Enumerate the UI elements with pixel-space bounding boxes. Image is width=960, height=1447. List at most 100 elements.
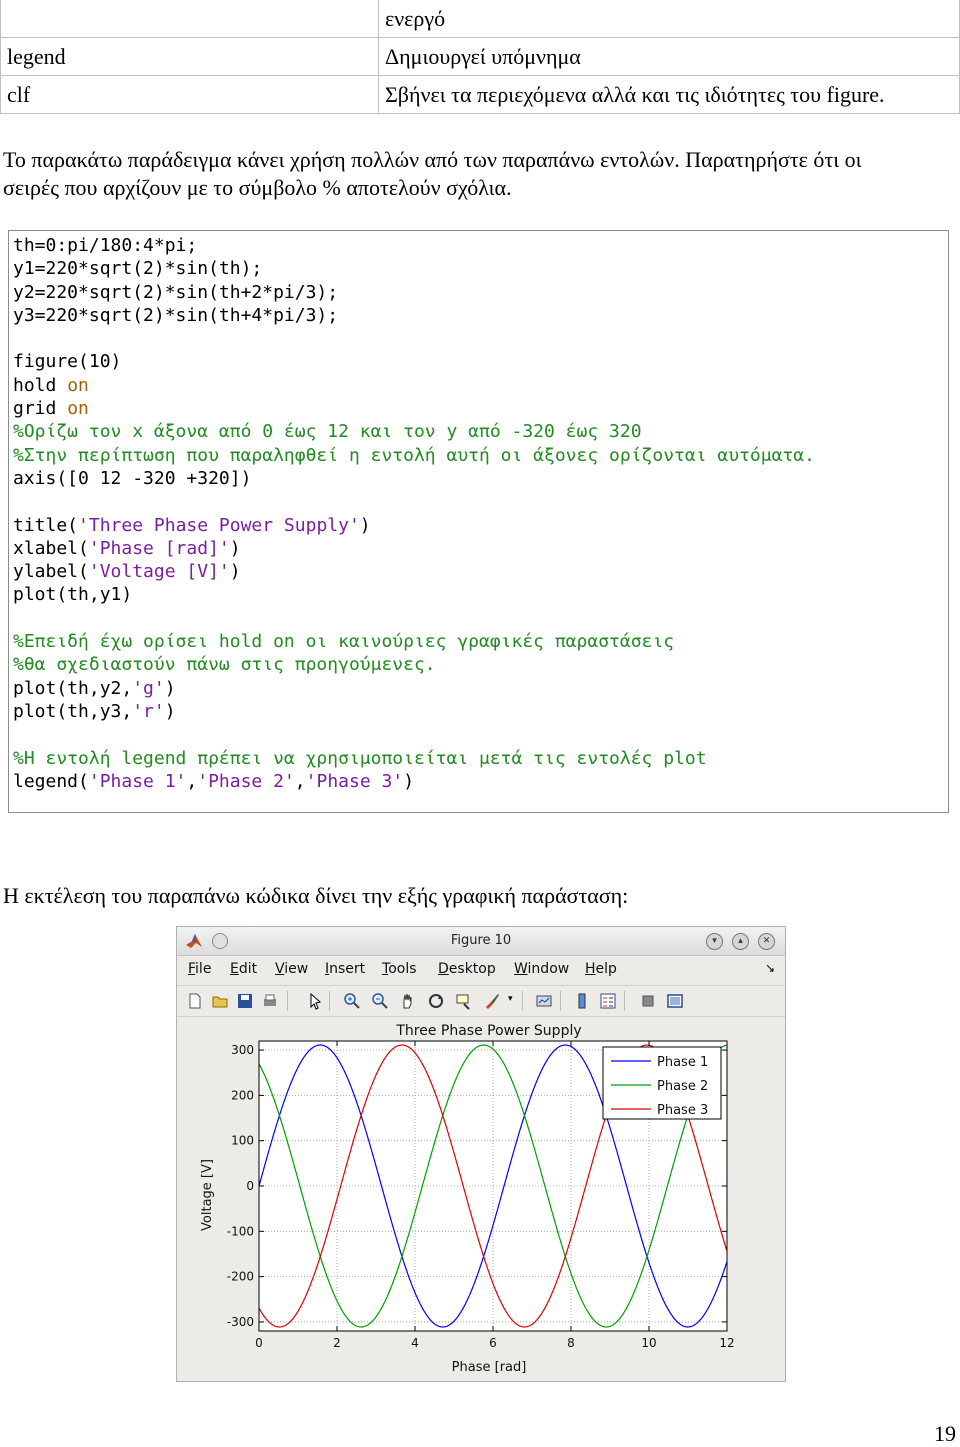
code-paren: )	[229, 537, 241, 559]
description-cell: Δημιουργεί υπόμνημα	[378, 37, 960, 76]
window-titlebar[interactable]: Figure 10 ▾ ▴ ✕	[177, 927, 785, 956]
minimize-button[interactable]: ▾	[706, 933, 723, 950]
x-tick-label: 10	[641, 1336, 656, 1350]
code-comment: %Ορίζω τον x άξονα από 0 έως 12 και τον …	[13, 421, 642, 443]
dock-icon[interactable]	[666, 992, 684, 1010]
code-line: y1=220*sqrt(2)*sin(th);	[13, 258, 263, 280]
brush-icon[interactable]	[483, 992, 501, 1010]
chart-title: Three Phase Power Supply	[395, 1023, 581, 1039]
close-button[interactable]: ✕	[758, 933, 775, 950]
code-fn: xlabel(	[13, 537, 89, 559]
code-comment: %Στην περίπτωση που παραληφθεί η εντολή …	[13, 444, 815, 466]
code-string: 'Phase 1'	[88, 770, 187, 792]
brush-dropdown-icon[interactable]: ▾	[508, 994, 513, 1004]
description-cell: ενεργό	[378, 0, 960, 38]
code-string: 'Phase [rad]'	[88, 537, 230, 559]
x-tick-label: 2	[333, 1336, 341, 1350]
menu-insert[interactable]: Insert	[325, 961, 365, 977]
code-keyword: grid	[13, 398, 68, 420]
legend-icon[interactable]	[599, 992, 617, 1010]
code-comment: %Η εντολή legend πρέπει να χρησιμοποιείτ…	[13, 747, 707, 769]
rotate-icon[interactable]	[427, 992, 445, 1010]
table-row: legend Δημιουργεί υπόμνημα	[0, 37, 960, 76]
code-comment: %θα σχεδιαστούν πάνω στις προηγούμενες.	[13, 654, 436, 676]
table-row: ενεργό	[0, 0, 960, 38]
description-cell: Σβήνει τα περιεχόμενα αλλά και τις ιδιότ…	[378, 75, 960, 114]
intro-line: σειρές που αρχίζουν με το σύμβολο % αποτ…	[3, 175, 512, 200]
toolbar-separator	[287, 991, 288, 1011]
pan-icon[interactable]	[399, 992, 417, 1010]
y-tick-label: -300	[227, 1315, 254, 1329]
code-comma: ,	[186, 770, 198, 792]
menu-window[interactable]: Window	[514, 961, 569, 977]
menu-file[interactable]: File	[188, 961, 211, 977]
command-cell: clf	[0, 75, 379, 114]
x-tick-label: 0	[255, 1336, 263, 1350]
link-icon[interactable]	[535, 992, 553, 1010]
plot-area[interactable]: Three Phase Power Supply 0 2 4 6 8 10 12 300 200…	[177, 1017, 785, 1381]
code-comma: ,	[294, 770, 306, 792]
intro-paragraph: Το παρακάτω παράδειγμα κάνει χρήση πολλώ…	[3, 146, 958, 202]
y-axis-label: Voltage [V]	[200, 1159, 215, 1231]
open-folder-icon[interactable]	[211, 992, 229, 1010]
code-keyword: hold	[13, 374, 68, 396]
legend-label: Phase 1	[657, 1055, 708, 1070]
new-file-icon[interactable]	[186, 992, 204, 1010]
y-tick-label: 100	[231, 1134, 254, 1148]
code-paren: )	[229, 561, 241, 583]
x-tick-label: 4	[411, 1336, 419, 1350]
code-fn: plot(th,y3,	[13, 700, 133, 722]
y-tick-label: 0	[246, 1179, 254, 1193]
code-fn: legend(	[13, 770, 89, 792]
legend-label: Phase 3	[657, 1103, 708, 1118]
code-string: 'Three Phase Power Supply'	[78, 514, 360, 536]
commands-table: ενεργό legend Δημιουργεί υπόμνημα clf Σβ…	[0, 0, 960, 114]
code-line: figure(10)	[13, 351, 122, 373]
maximize-button[interactable]: ▴	[732, 933, 749, 950]
code-string: 'Voltage [V]'	[88, 561, 230, 583]
pointer-icon[interactable]	[306, 992, 324, 1010]
zoom-out-icon[interactable]	[371, 992, 389, 1010]
code-string: 'r'	[132, 700, 165, 722]
code-line: y2=220*sqrt(2)*sin(th+2*pi/3);	[13, 281, 339, 303]
legend-label: Phase 2	[657, 1079, 708, 1094]
menu-desktop[interactable]: Desktop	[438, 961, 496, 977]
hide-tools-icon[interactable]	[639, 992, 657, 1010]
code-comment: %Επειδή έχω ορίσει hold on οι καινούριες…	[13, 631, 675, 653]
code-keyword: on	[67, 398, 89, 420]
code-string: 'Phase 2'	[197, 770, 295, 792]
figure-toolbar: ▾	[177, 985, 785, 1017]
menu-view[interactable]: View	[275, 961, 308, 977]
menu-help[interactable]: Help	[585, 961, 617, 977]
toolbar-separator	[522, 991, 523, 1011]
result-paragraph: Η εκτέλεση του παραπάνω κώδικα δίνει την…	[3, 883, 629, 908]
code-paren: )	[359, 514, 371, 536]
colorbar-icon[interactable]	[573, 992, 591, 1010]
code-line: plot(th,y1)	[13, 584, 133, 606]
y-tick-label: -200	[227, 1270, 254, 1284]
code-paren: )	[403, 770, 415, 792]
code-string: 'Phase 3'	[305, 770, 404, 792]
menu-tools[interactable]: Tools	[382, 961, 417, 977]
code-keyword: on	[67, 374, 89, 396]
intro-line: Το παρακάτω παράδειγμα κάνει χρήση πολλώ…	[3, 147, 862, 172]
x-tick-label: 8	[567, 1336, 575, 1350]
command-cell: legend	[0, 37, 379, 76]
figure-window: Figure 10 ▾ ▴ ✕ File Edit View Insert To…	[176, 926, 786, 1382]
save-icon[interactable]	[236, 992, 254, 1010]
y-tick-label: 300	[231, 1043, 254, 1057]
code-line: th=0:pi/180:4*pi;	[13, 235, 198, 256]
x-tick-label: 12	[719, 1336, 734, 1350]
zoom-in-icon[interactable]	[343, 992, 361, 1010]
code-string: 'g'	[132, 677, 165, 699]
print-icon[interactable]	[261, 992, 279, 1010]
menu-dock-arrow-icon[interactable]: ↘	[765, 961, 775, 975]
code-fn: ylabel(	[13, 561, 89, 583]
command-cell	[0, 0, 379, 38]
y-tick-label: 200	[231, 1088, 254, 1102]
data-cursor-icon[interactable]	[455, 992, 473, 1010]
code-paren: )	[164, 700, 176, 722]
menu-bar: File Edit View Insert Tools Desktop Wind…	[177, 957, 785, 981]
window-title: Figure 10	[450, 933, 512, 948]
menu-edit[interactable]: Edit	[230, 961, 257, 977]
